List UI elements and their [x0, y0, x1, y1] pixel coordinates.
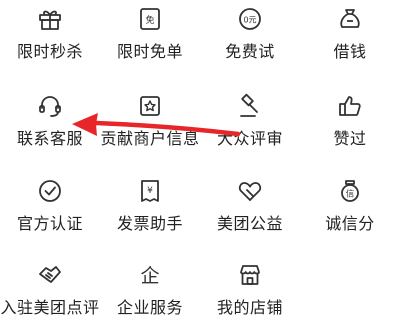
service-label: 诚信分	[325, 214, 375, 233]
service-label: 联系客服	[16, 129, 83, 148]
credit-badge-icon: 信	[337, 178, 363, 204]
zero-yuan-icon: 0元	[237, 6, 263, 32]
service-label: 我的店铺	[216, 298, 283, 317]
free-ticket-icon: 免	[137, 6, 163, 32]
service-label: 官方认证	[16, 214, 83, 233]
service-label: 贡献商户信息	[100, 129, 200, 148]
service-borrow-money[interactable]: 借钱	[300, 6, 400, 62]
thumbs-up-icon	[337, 93, 363, 119]
service-label: 限时秒杀	[16, 42, 83, 61]
service-limited-flash-sale[interactable]: 限时秒杀	[0, 6, 100, 62]
service-meituan-charity[interactable]: 美团公益	[200, 178, 300, 234]
enterprise-icon: 企	[137, 262, 163, 288]
service-label: 企业服务	[116, 298, 183, 317]
service-limited-free-order[interactable]: 免 限时免单	[100, 6, 200, 62]
service-public-review[interactable]: 大众评审	[200, 93, 300, 149]
svg-text:免: 免	[145, 14, 154, 26]
service-invoice-assistant[interactable]: ¥ 发票助手	[100, 178, 200, 234]
service-liked[interactable]: 赞过	[300, 93, 400, 149]
contribute-store-icon	[137, 93, 163, 119]
service-label: 赞过	[333, 129, 367, 148]
service-free-trial[interactable]: 0元 免费试	[200, 6, 300, 62]
service-contribute-merchant-info[interactable]: 贡献商户信息	[100, 93, 200, 149]
storefront-icon	[237, 262, 263, 288]
handshake-icon	[37, 262, 63, 288]
service-label: 限时免单	[116, 42, 183, 61]
check-circle-icon	[37, 178, 63, 204]
service-join-meituan-dianping[interactable]: 入驻美团点评	[0, 262, 100, 318]
service-my-store[interactable]: 我的店铺	[200, 262, 300, 318]
service-label: 美团公益	[216, 214, 283, 233]
service-label: 发票助手	[116, 214, 183, 233]
svg-text:企: 企	[140, 265, 159, 287]
svg-text:0元: 0元	[243, 16, 256, 25]
svg-text:信: 信	[346, 189, 355, 200]
service-credit-score[interactable]: 信 诚信分	[300, 178, 400, 234]
gavel-icon	[237, 93, 263, 119]
service-official-verification[interactable]: 官方认证	[0, 178, 100, 234]
service-label: 免费试	[225, 42, 275, 61]
invoice-icon: ¥	[137, 178, 163, 204]
heart-hands-icon	[237, 178, 263, 204]
svg-text:¥: ¥	[147, 186, 153, 196]
service-contact-support[interactable]: 联系客服	[0, 93, 100, 149]
service-enterprise-services[interactable]: 企 企业服务	[100, 262, 200, 318]
service-label: 大众评审	[216, 129, 283, 148]
gift-icon	[37, 6, 63, 32]
services-grid: 限时秒杀 免 限时免单 0元 免费试 借钱 联系客服 贡献商户信息 大众评审 赞…	[0, 0, 400, 323]
money-bag-icon	[337, 6, 363, 32]
service-label: 借钱	[333, 42, 367, 61]
service-label: 入驻美团点评	[0, 298, 100, 317]
headset-icon	[37, 93, 63, 119]
